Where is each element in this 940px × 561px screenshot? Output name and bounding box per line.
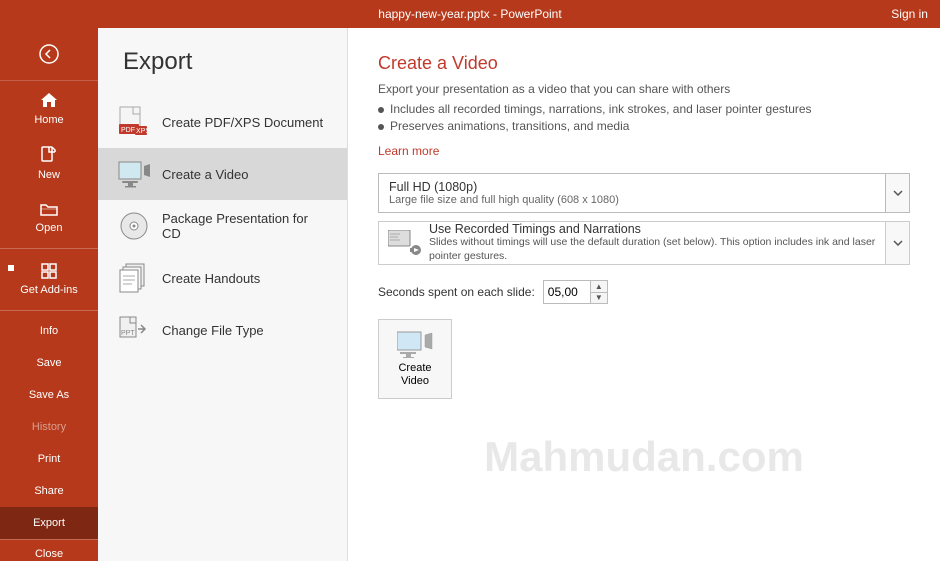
sidebar-home-label: Home xyxy=(34,114,63,126)
main-content: Home New Open xyxy=(0,28,940,561)
bullet-text-1: Includes all recorded timings, narration… xyxy=(390,102,812,116)
sidebar-share-label: Share xyxy=(34,485,63,497)
timing-dropdown-arrow[interactable] xyxy=(885,222,909,264)
watermark: Mahmudan.com xyxy=(484,433,804,481)
open-icon xyxy=(40,201,58,217)
create-video-icon xyxy=(397,330,433,358)
sign-in-button[interactable]: Sign in xyxy=(891,7,928,21)
back-button[interactable] xyxy=(0,36,98,72)
export-option-video-label: Create a Video xyxy=(162,167,249,182)
filetype-icon: PPT xyxy=(118,314,150,346)
timing-dropdown[interactable]: Use Recorded Timings and Narrations Slid… xyxy=(378,221,910,265)
timing-icon xyxy=(387,229,423,257)
quality-dropdown-sub: Large file size and full high quality (6… xyxy=(389,194,875,206)
bullet-dot-2 xyxy=(378,124,384,130)
export-option-video[interactable]: Create a Video xyxy=(98,148,347,200)
export-title: Export xyxy=(98,28,347,91)
panel-content: Create a Video Export your presentation … xyxy=(378,53,910,399)
sidebar: Home New Open xyxy=(0,28,98,561)
spinner-up-button[interactable]: ▲ xyxy=(591,281,607,292)
video-icon xyxy=(118,158,150,190)
export-option-cd[interactable]: Package Presentation for CD xyxy=(98,200,347,252)
sidebar-info-label: Info xyxy=(40,325,58,337)
learn-more-link[interactable]: Learn more xyxy=(378,144,439,158)
cd-icon xyxy=(118,210,150,242)
quality-dropdown-main: Full HD (1080p) xyxy=(389,180,875,194)
handouts-icon xyxy=(118,262,150,294)
sidebar-item-close[interactable]: Close xyxy=(0,540,98,561)
export-option-filetype[interactable]: PPT Change File Type xyxy=(98,304,347,356)
title-bar: happy-new-year.pptx - PowerPoint Sign in xyxy=(0,0,940,28)
spinner-row: Seconds spent on each slide: ▲ ▼ xyxy=(378,280,910,304)
sidebar-item-share[interactable]: Share xyxy=(0,475,98,507)
middle-panel: Export PDF XPS Create PDF/XPS Document xyxy=(98,28,348,561)
addins-icon xyxy=(41,263,57,279)
sidebar-save-label: Save xyxy=(36,357,61,369)
spinner-buttons: ▲ ▼ xyxy=(590,281,607,303)
timing-dropdown-main: Use Recorded Timings and Narrations xyxy=(429,222,877,236)
sidebar-item-info[interactable]: Info xyxy=(0,315,98,347)
timing-dropdown-left: Use Recorded Timings and Narrations Slid… xyxy=(379,222,885,264)
sidebar-history-label: History xyxy=(32,421,66,433)
sidebar-divider-1 xyxy=(0,248,98,249)
spinner-label: Seconds spent on each slide: xyxy=(378,285,535,299)
sidebar-item-print[interactable]: Print xyxy=(0,443,98,475)
svg-text:PPT: PPT xyxy=(121,330,135,337)
export-option-handouts[interactable]: Create Handouts xyxy=(98,252,347,304)
sidebar-item-open[interactable]: Open xyxy=(0,191,98,244)
sidebar-new-label: New xyxy=(38,169,60,181)
sidebar-close-label: Close xyxy=(35,548,63,560)
create-video-button[interactable]: CreateVideo xyxy=(378,319,452,399)
bullet-item-2: Preserves animations, transitions, and m… xyxy=(378,119,910,133)
sidebar-saveas-label: Save As xyxy=(29,389,69,401)
export-options: PDF XPS Create PDF/XPS Document xyxy=(98,91,347,361)
quality-dropdown-content: Full HD (1080p) Large file size and full… xyxy=(379,176,885,210)
spinner-down-button[interactable]: ▼ xyxy=(591,292,607,304)
home-icon xyxy=(40,91,58,109)
timing-dropdown-sub: Slides without timings will use the defa… xyxy=(429,236,877,263)
sidebar-divider-2 xyxy=(0,310,98,311)
sidebar-item-new[interactable]: New xyxy=(0,136,98,191)
sidebar-item-save[interactable]: Save xyxy=(0,347,98,379)
timing-dropdown-texts: Use Recorded Timings and Narrations Slid… xyxy=(429,222,877,263)
svg-text:PDF: PDF xyxy=(121,127,135,134)
sidebar-top xyxy=(0,28,98,81)
dot-indicator xyxy=(8,265,14,271)
panel-description: Export your presentation as a video that… xyxy=(378,82,910,96)
sidebar-print-label: Print xyxy=(38,453,61,465)
export-option-cd-label: Package Presentation for CD xyxy=(162,211,327,241)
svg-text:XPS: XPS xyxy=(136,128,149,135)
seconds-value[interactable] xyxy=(544,285,590,299)
create-video-label: CreateVideo xyxy=(398,362,431,388)
sidebar-item-addins[interactable]: Get Add-ins xyxy=(0,253,98,306)
sidebar-item-home[interactable]: Home xyxy=(0,81,98,136)
pdf-icon: PDF XPS xyxy=(118,106,150,138)
sidebar-addins-label: Get Add-ins xyxy=(20,284,77,296)
export-option-handouts-label: Create Handouts xyxy=(162,271,260,286)
export-option-filetype-label: Change File Type xyxy=(162,323,264,338)
right-panel: Create a Video Export your presentation … xyxy=(348,28,940,561)
sidebar-item-saveas[interactable]: Save As xyxy=(0,379,98,411)
bullet-dot-1 xyxy=(378,107,384,113)
panel-title: Create a Video xyxy=(378,53,910,74)
sidebar-bottom: Close Account Options xyxy=(0,539,98,561)
sidebar-open-label: Open xyxy=(36,222,63,234)
quality-dropdown[interactable]: Full HD (1080p) Large file size and full… xyxy=(378,173,910,213)
bullet-item-1: Includes all recorded timings, narration… xyxy=(378,102,910,116)
export-option-pdf-label: Create PDF/XPS Document xyxy=(162,115,323,130)
sidebar-item-export[interactable]: Export xyxy=(0,507,98,539)
sidebar-export-label: Export xyxy=(33,517,65,529)
quality-dropdown-arrow[interactable] xyxy=(885,174,909,212)
new-icon xyxy=(41,146,57,164)
sidebar-item-history[interactable]: History xyxy=(0,411,98,443)
seconds-spinner[interactable]: ▲ ▼ xyxy=(543,280,608,304)
window-title: happy-new-year.pptx - PowerPoint xyxy=(317,7,622,21)
export-option-pdf[interactable]: PDF XPS Create PDF/XPS Document xyxy=(98,96,347,148)
bullet-text-2: Preserves animations, transitions, and m… xyxy=(390,119,629,133)
